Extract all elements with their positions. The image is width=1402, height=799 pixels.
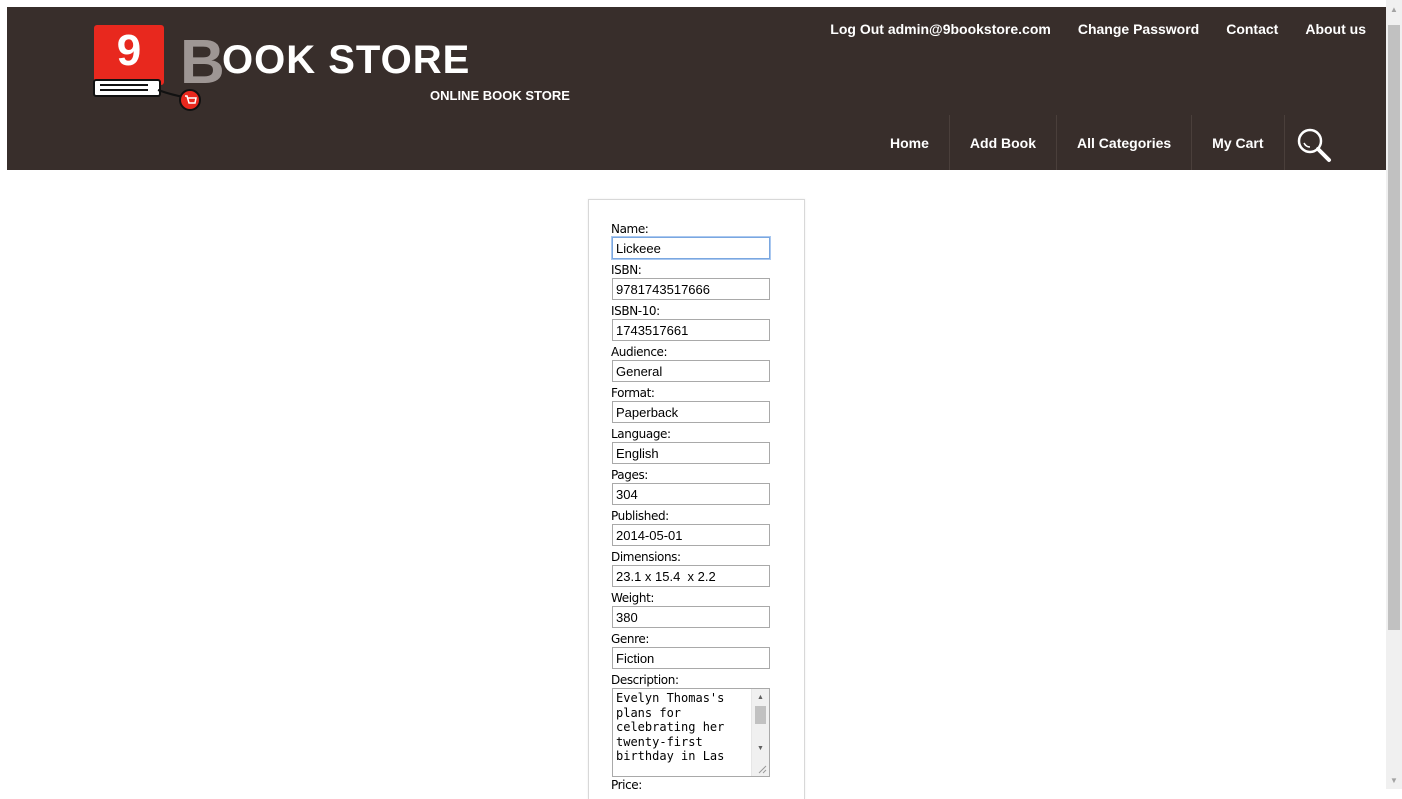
description-box: Evelyn Thomas's plans for celebrating he…	[612, 688, 770, 777]
page-scroll-up-icon[interactable]: ▲	[1386, 2, 1402, 18]
pages-label: Pages:	[611, 468, 648, 482]
pages-input[interactable]	[612, 483, 770, 505]
logout-link[interactable]: Log Out admin@9bookstore.com	[830, 21, 1051, 37]
page-scroll-down-icon[interactable]: ▼	[1386, 773, 1402, 789]
nav-home[interactable]: Home	[870, 115, 950, 170]
scroll-up-icon[interactable]: ▲	[752, 691, 769, 705]
store-logo[interactable]: 9 B OOK STORE ONLINE BOOK STORE	[92, 25, 572, 125]
isbn10-label: ISBN-10:	[611, 304, 660, 318]
site-header: 9 B OOK STORE ONLINE BOOK STORE Log Out …	[7, 7, 1386, 170]
format-label: Format:	[611, 386, 655, 400]
logo-number: 9	[117, 26, 141, 75]
isbn10-input[interactable]	[612, 319, 770, 341]
isbn-label: ISBN:	[611, 263, 642, 277]
add-book-form-card: Name: ISBN: ISBN-10: Audience: Format: L…	[588, 199, 805, 799]
description-scrollbar[interactable]: ▲ ▼	[751, 689, 769, 776]
contact-link[interactable]: Contact	[1226, 21, 1278, 37]
dimensions-input[interactable]	[612, 565, 770, 587]
about-us-link[interactable]: About us	[1305, 21, 1366, 37]
description-label: Description:	[611, 673, 679, 687]
isbn-input[interactable]	[612, 278, 770, 300]
audience-input[interactable]	[612, 360, 770, 382]
weight-input[interactable]	[612, 606, 770, 628]
page-scrollbar[interactable]: ▲ ▼	[1386, 0, 1402, 789]
page-scroll-thumb[interactable]	[1388, 25, 1400, 630]
audience-label: Audience:	[611, 345, 668, 359]
language-input[interactable]	[612, 442, 770, 464]
nav-all-categories[interactable]: All Categories	[1057, 115, 1193, 170]
genre-label: Genre:	[611, 632, 649, 646]
language-label: Language:	[611, 427, 671, 441]
logo-word: OOK STORE	[222, 38, 470, 82]
weight-label: Weight:	[611, 591, 655, 605]
top-nav: Log Out admin@9bookstore.com Change Pass…	[830, 21, 1366, 37]
search-icon[interactable]	[1294, 125, 1334, 165]
dimensions-label: Dimensions:	[611, 550, 681, 564]
name-input[interactable]	[612, 237, 770, 259]
format-input[interactable]	[612, 401, 770, 423]
description-scroll-thumb[interactable]	[755, 706, 766, 724]
main-nav: Home Add Book All Categories My Cart	[870, 115, 1285, 170]
genre-input[interactable]	[612, 647, 770, 669]
book-form: Name: ISBN: ISBN-10: Audience: Format: L…	[611, 222, 771, 793]
published-input[interactable]	[612, 524, 770, 546]
resize-grip-icon[interactable]	[757, 764, 767, 774]
nav-my-cart[interactable]: My Cart	[1192, 115, 1285, 170]
logo-tagline: ONLINE BOOK STORE	[430, 88, 570, 103]
logo-book-pages	[93, 79, 161, 97]
change-password-link[interactable]: Change Password	[1078, 21, 1199, 37]
scroll-down-icon[interactable]: ▼	[752, 742, 769, 756]
description-textarea[interactable]: Evelyn Thomas's plans for celebrating he…	[613, 689, 751, 776]
price-label: Price:	[611, 778, 642, 792]
name-label: Name:	[611, 222, 649, 236]
logo-letter: B	[180, 28, 225, 97]
nav-add-book[interactable]: Add Book	[950, 115, 1058, 170]
published-label: Published:	[611, 509, 669, 523]
